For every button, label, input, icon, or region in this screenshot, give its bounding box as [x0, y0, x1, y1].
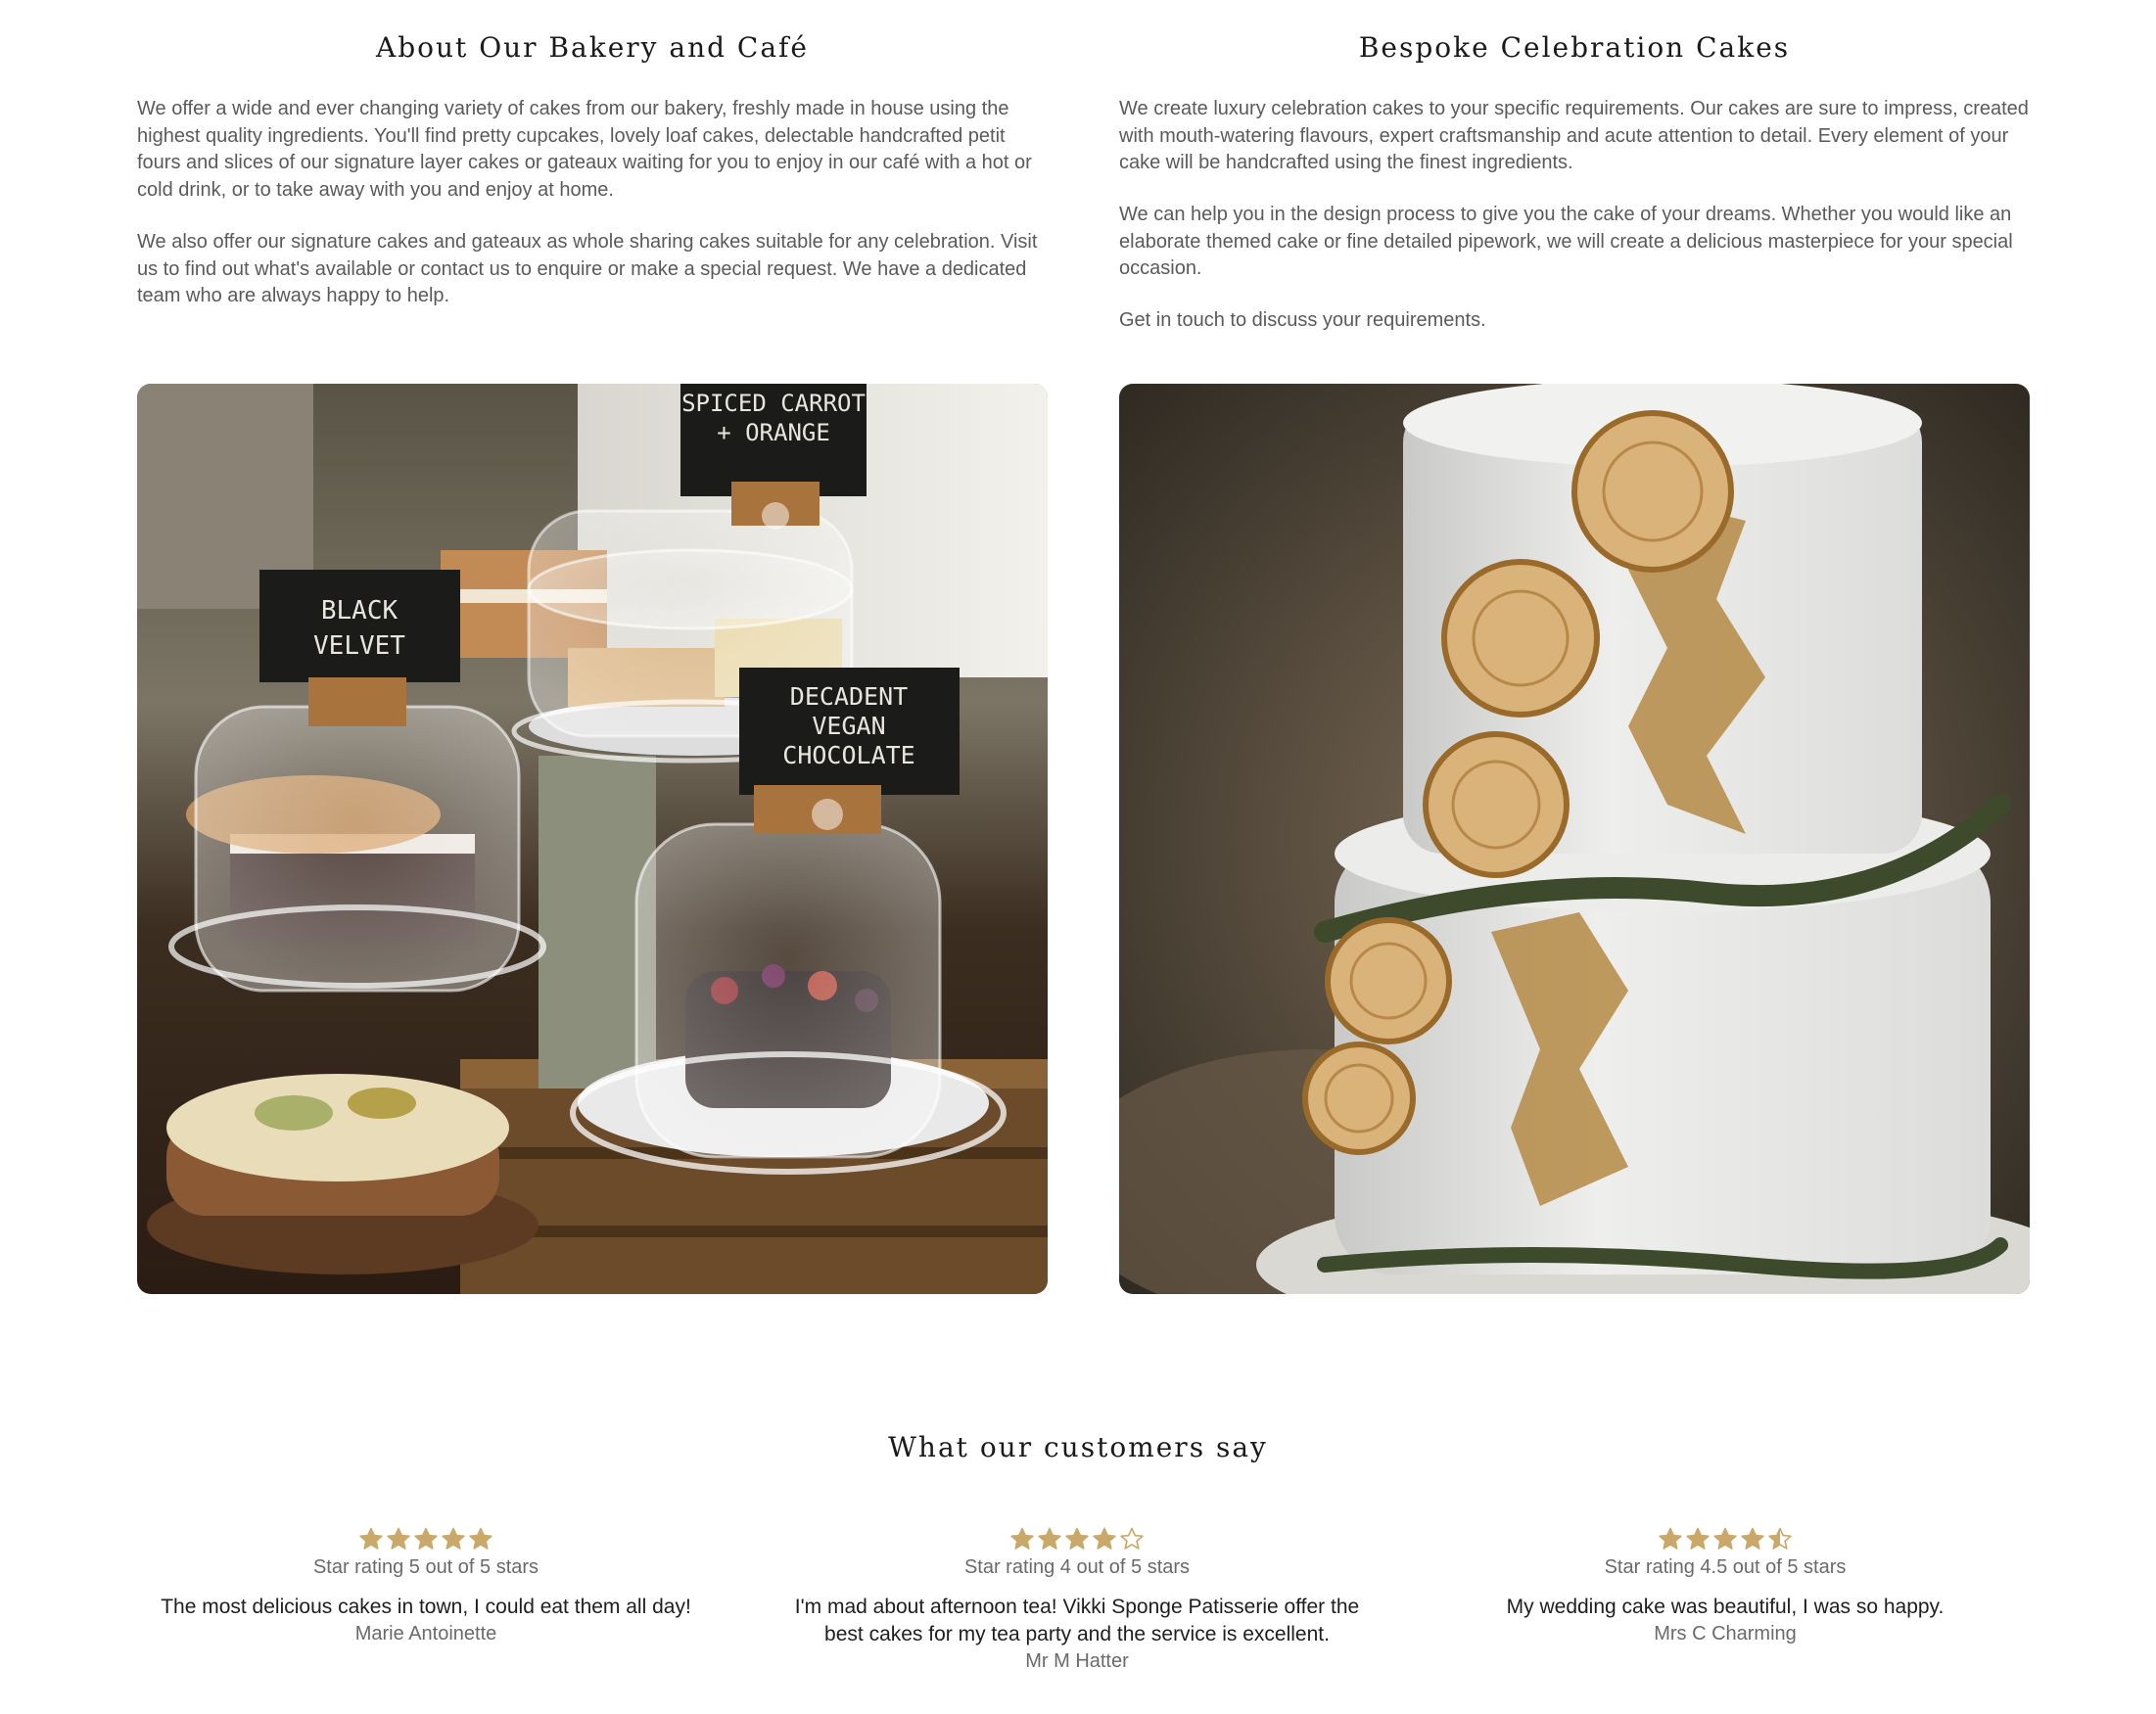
review-quote: I'm mad about afternoon tea! Vikki Spong… [794, 1596, 1360, 1645]
reviews-title: What our customers say [888, 1431, 1268, 1463]
sign-spiced-carrot: SPICED CARROT [681, 390, 866, 417]
wedding-cake-photo [1119, 384, 2030, 1294]
star-full-icon [442, 1527, 465, 1550]
review-card: Star rating 4 out of 5 stars I'm mad abo… [773, 1527, 1381, 1675]
star-rating [122, 1527, 729, 1551]
bespoke-paragraph-2: We can help you in the design process to… [1119, 204, 2013, 279]
bakery-display-photo: BLACK VELVET SPICED CARROT + ORANGE DECA… [137, 384, 1048, 1294]
review-quote: My wedding cake was beautiful, I was so … [1506, 1596, 1945, 1618]
star-full-icon [1010, 1527, 1034, 1550]
bespoke-paragraph-1: We create luxury celebration cakes to yo… [1119, 98, 2029, 173]
review-author: Mr M Hatter [1025, 1650, 1129, 1672]
star-full-icon [414, 1527, 438, 1550]
star-rating [1422, 1527, 2029, 1551]
star-full-icon [469, 1527, 492, 1550]
about-paragraph-1: We offer a wide and ever changing variet… [137, 98, 1032, 201]
star-half-icon [1768, 1527, 1792, 1550]
star-full-icon [1686, 1527, 1710, 1550]
star-full-icon [1038, 1527, 1061, 1550]
star-full-icon [1659, 1527, 1682, 1550]
about-paragraph-2: We also offer our signature cakes and ga… [137, 231, 1038, 306]
bespoke-paragraph-3: Get in touch to discuss your requirement… [1119, 309, 1486, 331]
star-full-icon [1065, 1527, 1089, 1550]
star-empty-icon [1120, 1527, 1144, 1550]
star-full-icon [1093, 1527, 1116, 1550]
sign-decadent: DECADENT [790, 682, 908, 711]
sign-orange: + ORANGE [717, 419, 830, 446]
rating-text: Star rating 4.5 out of 5 stars [1604, 1556, 1847, 1578]
review-card: Star rating 5 out of 5 stars The most de… [122, 1527, 729, 1647]
sign-vegan: VEGAN [812, 712, 885, 740]
review-author: Mrs C Charming [1654, 1623, 1797, 1645]
star-full-icon [1741, 1527, 1764, 1550]
sign-velvet: VELVET [313, 631, 405, 661]
rating-text: Star rating 4 out of 5 stars [963, 1556, 1191, 1578]
sign-chocolate: CHOCOLATE [782, 741, 914, 769]
bespoke-title: Bespoke Celebration Cakes [1358, 31, 1791, 64]
rating-text: Star rating 5 out of 5 stars [312, 1556, 539, 1578]
about-title: About Our Bakery and Café [376, 31, 809, 64]
star-full-icon [1713, 1527, 1737, 1550]
star-full-icon [387, 1527, 410, 1550]
review-quote: The most delicious cakes in town, I coul… [161, 1596, 691, 1618]
review-card: Star rating 4.5 out of 5 stars My weddin… [1422, 1527, 2029, 1647]
review-author: Marie Antoinette [354, 1623, 497, 1645]
star-rating [773, 1527, 1381, 1551]
sign-black: BLACK [321, 596, 398, 625]
star-full-icon [359, 1527, 383, 1550]
